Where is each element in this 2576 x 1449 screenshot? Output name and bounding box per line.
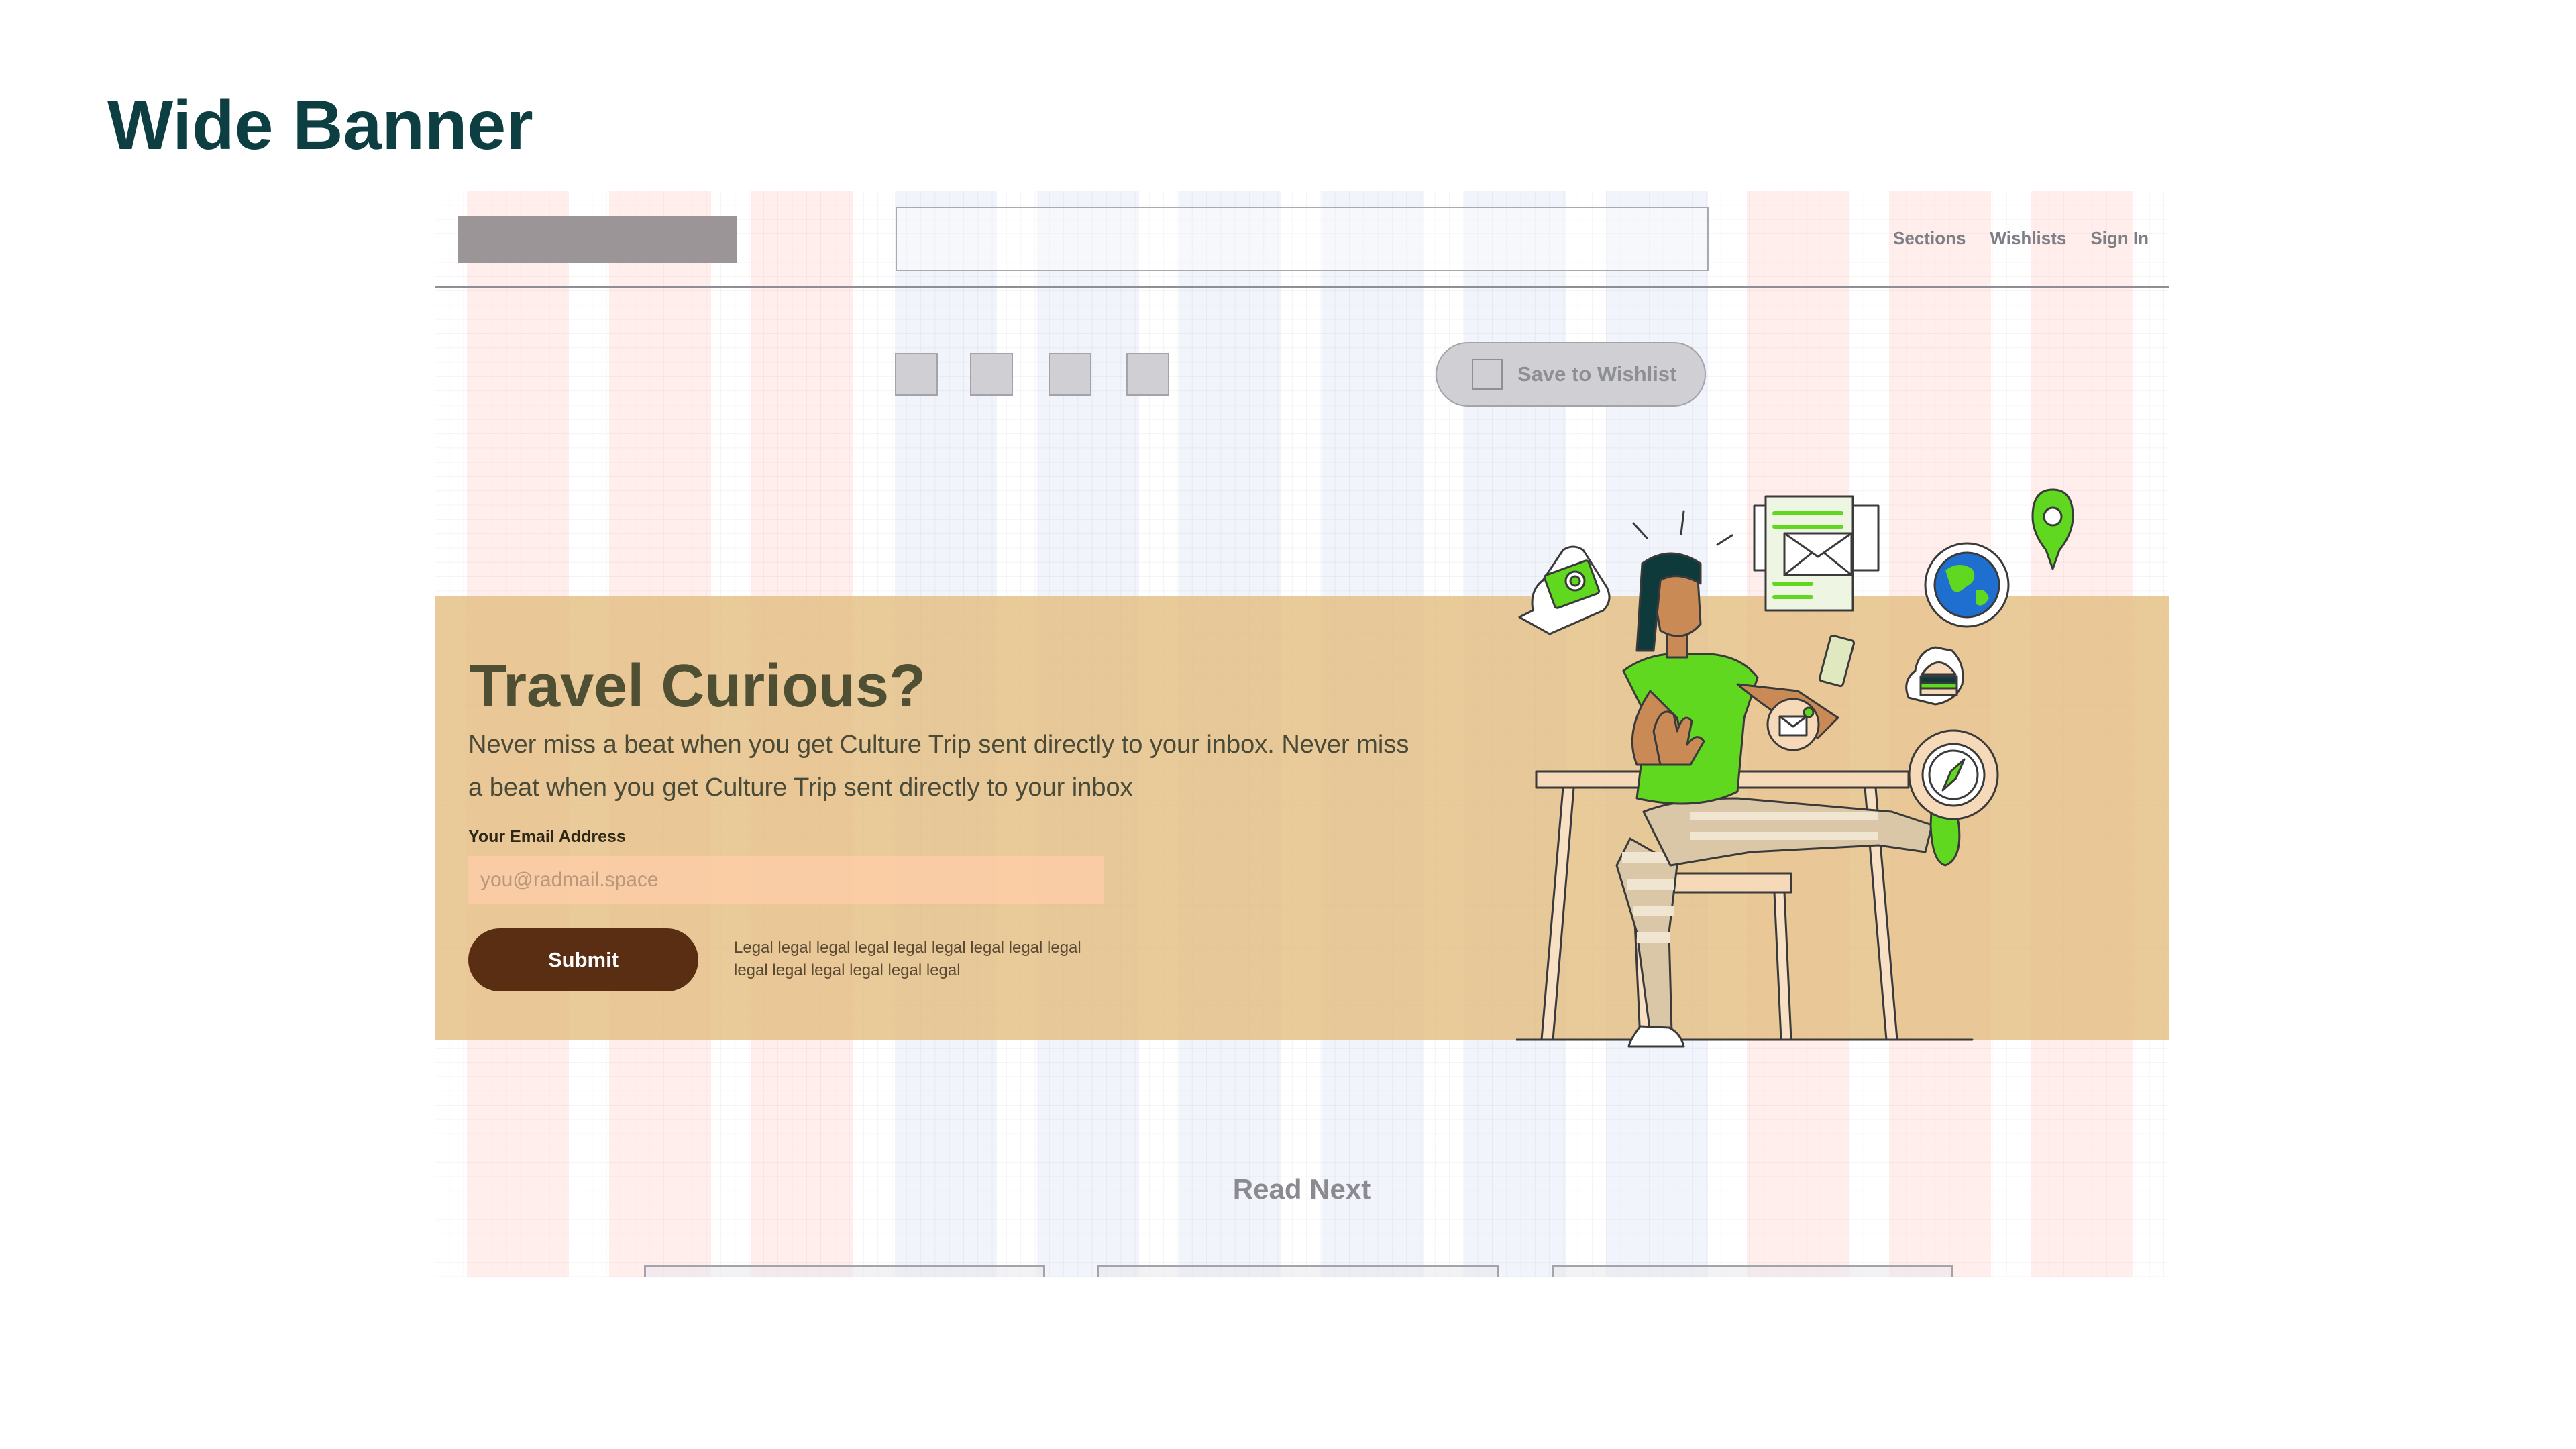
checkbox-icon <box>1472 359 1503 390</box>
nav-sign-in-link[interactable]: Sign In <box>2090 228 2149 249</box>
submit-button[interactable]: Submit <box>468 928 698 991</box>
banner-heading: Travel Curious? <box>470 653 926 720</box>
mockup-frame: Sections Wishlists Sign In Save to Wishl… <box>435 191 2169 1277</box>
save-to-wishlist-button[interactable]: Save to Wishlist <box>1436 342 1706 407</box>
share-icon[interactable] <box>970 353 1013 396</box>
article-card[interactable] <box>644 1265 1045 1277</box>
shoe <box>1627 1025 1685 1048</box>
chair-leg <box>1773 891 1792 1041</box>
email-label: Your Email Address <box>468 827 626 846</box>
legal-text: Legal legal legal legal legal legal lega… <box>734 938 1081 979</box>
top-nav: Sections Wishlists Sign In <box>1893 228 2149 249</box>
logo-placeholder[interactable] <box>458 216 737 263</box>
wishlist-label: Save to Wishlist <box>1517 362 1677 386</box>
table-leg <box>1540 786 1575 1041</box>
travel-illustration <box>1516 488 2074 1048</box>
phone <box>1818 634 1856 688</box>
read-next-heading: Read Next <box>1232 1173 1371 1205</box>
email-field[interactable] <box>468 856 1104 904</box>
article-card[interactable] <box>1097 1265 1499 1277</box>
share-icon[interactable] <box>895 353 938 396</box>
banner-body: Never miss a beat when you get Culture T… <box>468 731 1409 802</box>
share-icon[interactable] <box>1126 353 1169 396</box>
search-input[interactable] <box>896 207 1709 271</box>
nav-wishlists-link[interactable]: Wishlists <box>1990 228 2066 249</box>
nav-sections-link[interactable]: Sections <box>1893 228 1966 249</box>
article-card[interactable] <box>1552 1265 1953 1277</box>
location-pin-icon <box>2031 488 2074 570</box>
page-title: Wide Banner <box>107 87 533 164</box>
share-icon[interactable] <box>1049 353 1091 396</box>
header-divider <box>435 286 2169 288</box>
